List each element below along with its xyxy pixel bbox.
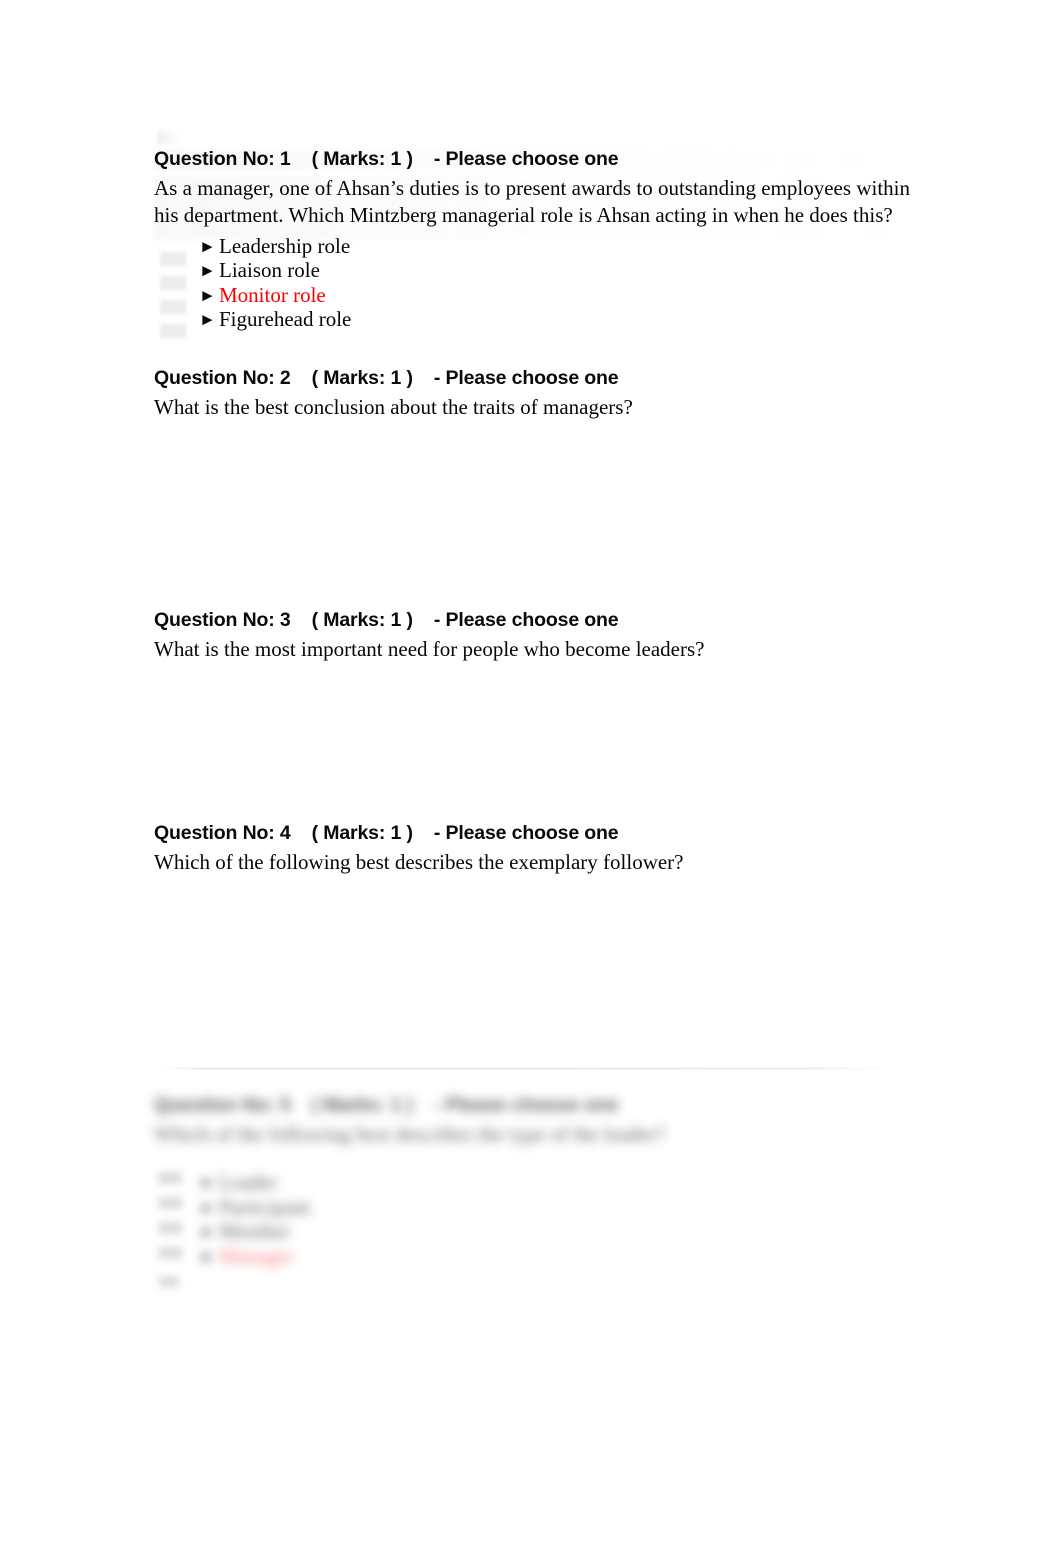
option-item[interactable]: ► Figurehead role	[199, 307, 910, 331]
option-bullet-icon: ►	[199, 1246, 216, 1266]
option-label: Member	[219, 1219, 291, 1244]
option-item-selected[interactable]: ► Monitor role	[199, 283, 910, 307]
question-text: As a manager, one of Ahsan’s duties is t…	[154, 176, 910, 228]
question-text: What is the most important need for peop…	[154, 637, 705, 661]
scan-artifact-top	[158, 131, 186, 144]
option-label: Liaison role	[219, 258, 320, 283]
question-heading: Question No: 3 ( Marks: 1 ) - Please cho…	[154, 609, 619, 631]
option-label: Participant	[219, 1194, 310, 1219]
option-list: ► Leader ► Participant ► Member ► Manager	[154, 1170, 944, 1268]
question-text: What is the best conclusion about the tr…	[154, 395, 633, 419]
option-item-selected[interactable]: ► Manager	[199, 1244, 944, 1268]
option-label: Manager	[219, 1243, 294, 1268]
option-bullet-icon: ►	[199, 261, 216, 281]
option-item[interactable]: ► Participant	[199, 1195, 944, 1219]
option-label: Figurehead role	[219, 306, 352, 331]
option-item[interactable]: ► Member	[199, 1219, 944, 1243]
option-bullet-icon: ►	[199, 1173, 216, 1193]
question-block-3: Question No: 3 ( Marks: 1 ) - Please cho…	[154, 609, 910, 663]
option-bullet-icon: ►	[199, 236, 216, 256]
option-bullet-icon: ►	[199, 1197, 216, 1217]
option-label: Leader	[219, 1170, 278, 1195]
question-heading: Question No: 5 ( Marks: 1 ) - Please cho…	[154, 1094, 619, 1116]
question-block-2: Question No: 2 ( Marks: 1 ) - Please cho…	[154, 367, 910, 421]
question-text: Which of the following best describes th…	[154, 850, 684, 874]
option-bullet-icon: ►	[199, 309, 216, 329]
question-text: Which of the following best describes th…	[154, 1122, 665, 1146]
question-block-1: Question No: 1 ( Marks: 1 ) - Please cho…	[154, 148, 910, 331]
obscured-question-block: Question No: 5 ( Marks: 1 ) - Please cho…	[154, 1094, 944, 1268]
option-list: ► Leadership role ► Liaison role ► Monitor …	[154, 234, 910, 332]
question-heading: Question No: 2 ( Marks: 1 ) - Please cho…	[154, 367, 619, 389]
page-separator-line	[160, 1068, 890, 1069]
question-block-4: Question No: 4 ( Marks: 1 ) - Please cho…	[154, 822, 910, 876]
scan-artifact-bottom	[159, 1276, 179, 1287]
option-item[interactable]: ► Liaison role	[199, 258, 910, 282]
question-heading: Question No: 4 ( Marks: 1 ) - Please cho…	[154, 822, 619, 844]
option-item[interactable]: ► Leader	[199, 1170, 944, 1194]
option-label: Monitor role	[219, 282, 326, 307]
option-item[interactable]: ► Leadership role	[199, 234, 910, 258]
option-label: Leadership role	[219, 233, 351, 258]
document-page: Question No: 1 ( Marks: 1 ) - Please cho…	[0, 0, 1062, 1556]
question-heading: Question No: 1 ( Marks: 1 ) - Please cho…	[154, 148, 619, 170]
option-bullet-icon: ►	[199, 285, 216, 305]
option-bullet-icon: ►	[199, 1222, 216, 1242]
